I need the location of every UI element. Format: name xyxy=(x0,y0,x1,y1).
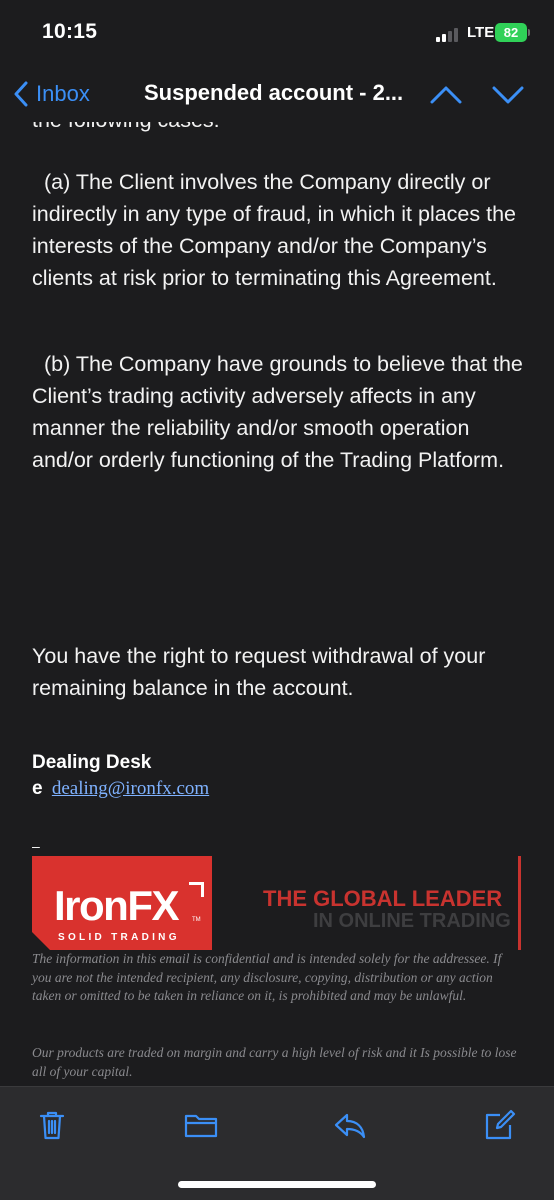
move-to-folder-button[interactable] xyxy=(183,1107,219,1143)
next-message-button[interactable] xyxy=(490,80,526,108)
confidentiality-disclaimer: The information in this email is confide… xyxy=(32,951,502,1003)
email-subject: Suspended account - 2... xyxy=(144,80,404,105)
status-time: 10:15 xyxy=(42,20,98,43)
chevron-up-icon xyxy=(430,86,462,104)
logo-tagline: SOLID TRADING xyxy=(58,932,180,943)
email-body: the following cases: (a) The Client invo… xyxy=(0,122,554,1086)
signature-separator: – xyxy=(32,838,40,854)
mail-screen: 10:15 LTE 82 Inbox Suspended account - 2… xyxy=(0,0,554,1200)
delete-button[interactable] xyxy=(34,1107,70,1143)
signature-name: Dealing Desk xyxy=(32,752,152,773)
signature-email-line: e dealing@ironfx.com xyxy=(32,778,209,800)
reply-button[interactable] xyxy=(332,1107,368,1143)
logo-notch xyxy=(32,932,50,950)
trash-icon xyxy=(39,1111,65,1140)
logo-trademark: TM xyxy=(192,917,201,923)
withdrawal-note: You have the right to request withdrawal… xyxy=(32,644,486,700)
back-to-inbox-button[interactable]: Inbox xyxy=(14,78,90,110)
signal-icon xyxy=(436,28,462,42)
battery-tip xyxy=(528,29,530,36)
nav-bar: Inbox Suspended account - 2... xyxy=(0,66,554,122)
clause-a: (a) The Client involves the Company dire… xyxy=(32,170,517,290)
ironfx-logo: IronFX TM SOLID TRADING xyxy=(32,856,212,950)
logo-corner-mark xyxy=(189,882,204,897)
banner-subheadline: IN ONLINE TRADING xyxy=(313,910,511,932)
email-link[interactable]: dealing@ironfx.com xyxy=(52,778,209,799)
logo-text: IronFX xyxy=(54,882,180,929)
folder-icon xyxy=(184,1114,218,1138)
chevron-down-icon xyxy=(492,86,524,104)
cut-off-text: the following cases: xyxy=(32,122,220,133)
banner-headline: THE GLOBAL LEADER xyxy=(263,886,503,911)
reply-icon xyxy=(334,1113,366,1139)
banner-divider xyxy=(518,856,521,950)
status-bar: 10:15 LTE 82 xyxy=(0,0,554,66)
home-indicator[interactable] xyxy=(178,1181,376,1188)
chevron-left-icon xyxy=(14,81,28,107)
compose-icon xyxy=(485,1109,516,1140)
previous-message-button[interactable] xyxy=(428,80,464,108)
network-type: LTE xyxy=(467,24,495,41)
battery-icon: 82 xyxy=(495,23,527,42)
ironfx-banner[interactable]: IronFX TM SOLID TRADING THE GLOBAL LEADE… xyxy=(32,856,522,950)
compose-button[interactable] xyxy=(482,1107,518,1143)
back-label: Inbox xyxy=(36,81,90,106)
clause-b: (b) The Company have grounds to believe … xyxy=(32,352,523,472)
risk-disclaimer: Our products are traded on margin and ca… xyxy=(32,1045,517,1079)
email-prefix: e xyxy=(32,778,43,799)
